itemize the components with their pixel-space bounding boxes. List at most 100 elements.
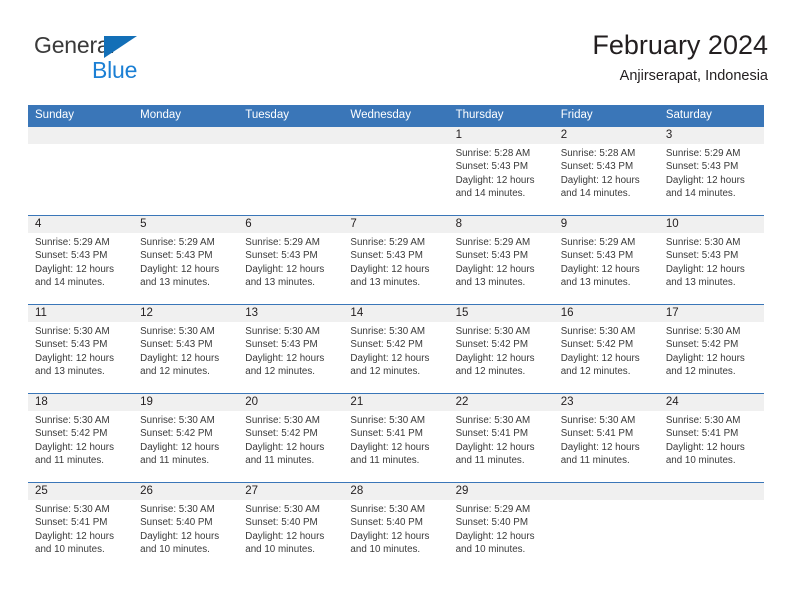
day-sun-details: Sunrise: 5:29 AM Sunset: 5:43 PM Daylight:… [666, 147, 760, 200]
sunset-text: Sunset: 5:43 PM [140, 250, 213, 262]
calendar-weeks: 1 Sunrise: 5:28 AM Sunset: 5:43 PM Daylight… [28, 126, 764, 571]
daylight-text: Daylight: 12 hours and 13 minutes. [350, 263, 430, 288]
day-number: 27 [245, 485, 259, 497]
calendar-day-cell[interactable]: 7 Sunrise: 5:29 AM Sunset: 5:43 PM Daylight… [343, 216, 448, 304]
sunset-text: Sunset: 5:41 PM [35, 517, 108, 529]
sunset-text: Sunset: 5:43 PM [455, 161, 528, 173]
daylight-text: Daylight: 12 hours and 10 minutes. [665, 441, 745, 466]
day-sun-details: Sunrise: 5:30 AM Sunset: 5:43 PM Daylight:… [666, 236, 760, 289]
weekday-header-tuesday: Tuesday [245, 109, 289, 121]
calendar-day-cell[interactable]: 5 Sunrise: 5:29 AM Sunset: 5:43 PM Daylight… [133, 216, 238, 304]
calendar-day-cell[interactable]: 11 Sunrise: 5:30 AM Sunset: 5:43 PM Dayligh… [28, 305, 133, 393]
calendar-day-cell[interactable]: 14 Sunrise: 5:30 AM Sunset: 5:42 PM Dayligh… [343, 305, 448, 393]
day-sun-details: Sunrise: 5:29 AM Sunset: 5:43 PM Daylight:… [456, 236, 550, 289]
sunset-text: Sunset: 5:42 PM [350, 339, 423, 351]
calendar-week-cells: 1 Sunrise: 5:28 AM Sunset: 5:43 PM Daylight… [28, 127, 764, 215]
calendar-day-cell[interactable]: 9 Sunrise: 5:29 AM Sunset: 5:43 PM Daylight… [554, 216, 659, 304]
calendar-day-cell[interactable]: 1 Sunrise: 5:28 AM Sunset: 5:43 PM Daylight… [449, 127, 554, 215]
calendar-page: General Blue February 2024 Anjirserapat,… [0, 0, 792, 612]
daylight-text: Daylight: 12 hours and 14 minutes. [665, 174, 745, 199]
calendar-day-cell[interactable]: 24 Sunrise: 5:30 AM Sunset: 5:41 PM Dayligh… [659, 394, 764, 482]
daylight-text: Daylight: 12 hours and 11 minutes. [350, 441, 430, 466]
day-sun-details: Sunrise: 5:30 AM Sunset: 5:42 PM Daylight:… [456, 325, 550, 378]
sunrise-text: Sunrise: 5:29 AM [35, 237, 110, 248]
calendar-day-cell[interactable]: 21 Sunrise: 5:30 AM Sunset: 5:41 PM Dayligh… [343, 394, 448, 482]
calendar-day-cell[interactable]: 8 Sunrise: 5:29 AM Sunset: 5:43 PM Daylight… [449, 216, 554, 304]
weekday-header-row: Sunday Monday Tuesday Wednesday Thursday… [28, 105, 764, 126]
daylight-text: Daylight: 12 hours and 13 minutes. [455, 263, 535, 288]
day-number: 9 [560, 218, 568, 230]
calendar-day-cell[interactable]: 28 Sunrise: 5:30 AM Sunset: 5:40 PM Dayligh… [343, 483, 448, 571]
calendar-day-cell[interactable]: 4 Sunrise: 5:29 AM Sunset: 5:43 PM Daylight… [28, 216, 133, 304]
calendar-week-cells: 18 Sunrise: 5:30 AM Sunset: 5:42 PM Dayligh… [28, 394, 764, 482]
daylight-text: Daylight: 12 hours and 10 minutes. [245, 530, 325, 555]
triangle-icon [104, 36, 137, 58]
day-sun-details: Sunrise: 5:30 AM Sunset: 5:41 PM Daylight:… [350, 414, 444, 467]
sunset-text: Sunset: 5:40 PM [455, 517, 528, 529]
day-sun-details: Sunrise: 5:29 AM Sunset: 5:43 PM Daylight:… [245, 236, 339, 289]
calendar-day-cell[interactable]: 16 Sunrise: 5:30 AM Sunset: 5:42 PM Dayligh… [554, 305, 659, 393]
day-sun-details: Sunrise: 5:30 AM Sunset: 5:40 PM Daylight:… [140, 503, 234, 556]
day-sun-details: Sunrise: 5:29 AM Sunset: 5:43 PM Daylight:… [140, 236, 234, 289]
day-number: 16 [560, 307, 574, 319]
calendar-day-cell[interactable]: 26 Sunrise: 5:30 AM Sunset: 5:40 PM Dayligh… [133, 483, 238, 571]
general-blue-logo[interactable]: General Blue [34, 32, 234, 92]
day-sun-details: Sunrise: 5:29 AM Sunset: 5:43 PM Daylight:… [561, 236, 655, 289]
day-number: 4 [35, 218, 42, 230]
daylight-text: Daylight: 12 hours and 10 minutes. [350, 530, 430, 555]
sunrise-text: Sunrise: 5:30 AM [665, 415, 741, 426]
calendar-day-cell[interactable]: 17 Sunrise: 5:30 AM Sunset: 5:42 PM Dayligh… [659, 305, 764, 393]
calendar-day-cell[interactable]: 29 Sunrise: 5:29 AM Sunset: 5:40 PM Dayligh… [449, 483, 554, 571]
day-number: 1 [455, 129, 462, 141]
calendar-week-row: 11 Sunrise: 5:30 AM Sunset: 5:43 PM Dayligh… [28, 304, 764, 393]
calendar-day-cell[interactable]: 22 Sunrise: 5:30 AM Sunset: 5:41 PM Dayligh… [449, 394, 554, 482]
day-sun-details: Sunrise: 5:28 AM Sunset: 5:43 PM Daylight:… [561, 147, 655, 200]
sunrise-text: Sunrise: 5:30 AM [245, 415, 320, 426]
weekday-header-thursday: Thursday [455, 109, 504, 121]
calendar-day-cell[interactable]: 19 Sunrise: 5:30 AM Sunset: 5:42 PM Dayligh… [133, 394, 238, 482]
calendar-day-cell[interactable]: 12 Sunrise: 5:30 AM Sunset: 5:43 PM Dayligh… [133, 305, 238, 393]
day-sun-details: Sunrise: 5:29 AM Sunset: 5:43 PM Daylight:… [350, 236, 444, 289]
calendar-day-cell[interactable]: 13 Sunrise: 5:30 AM Sunset: 5:43 PM Dayligh… [238, 305, 343, 393]
calendar-day-cell[interactable]: 25 Sunrise: 5:30 AM Sunset: 5:41 PM Dayligh… [28, 483, 133, 571]
sunrise-text: Sunrise: 5:30 AM [350, 504, 426, 515]
calendar-day-cell[interactable]: 20 Sunrise: 5:30 AM Sunset: 5:42 PM Dayligh… [238, 394, 343, 482]
day-number: 19 [140, 396, 153, 408]
calendar-day-cell[interactable]: 3 Sunrise: 5:29 AM Sunset: 5:43 PM Daylight… [659, 127, 764, 215]
calendar-day-cell[interactable]: 6 Sunrise: 5:29 AM Sunset: 5:43 PM Daylight… [238, 216, 343, 304]
sunset-text: Sunset: 5:42 PM [560, 339, 634, 351]
weekday-header-sunday: Sunday [35, 109, 75, 121]
sunrise-text: Sunrise: 5:30 AM [35, 415, 110, 426]
day-sun-details: Sunrise: 5:30 AM Sunset: 5:42 PM Daylight:… [245, 414, 339, 467]
day-number: 14 [350, 307, 364, 319]
daylight-text: Daylight: 12 hours and 11 minutes. [560, 441, 640, 466]
calendar-day-cell[interactable]: 15 Sunrise: 5:30 AM Sunset: 5:42 PM Dayligh… [449, 305, 554, 393]
calendar-day-cell-empty [133, 127, 238, 215]
sunrise-text: Sunrise: 5:29 AM [665, 148, 741, 159]
sunset-text: Sunset: 5:41 PM [350, 428, 423, 440]
calendar-grid: Sunday Monday Tuesday Wednesday Thursday… [28, 105, 764, 571]
daylight-text: Daylight: 12 hours and 13 minutes. [665, 263, 745, 288]
sunset-text: Sunset: 5:41 PM [560, 428, 634, 440]
calendar-day-cell[interactable]: 27 Sunrise: 5:30 AM Sunset: 5:40 PM Dayligh… [238, 483, 343, 571]
day-number: 26 [140, 485, 153, 497]
sunset-text: Sunset: 5:41 PM [455, 428, 528, 440]
calendar-day-cell[interactable]: 10 Sunrise: 5:30 AM Sunset: 5:43 PM Dayligh… [659, 216, 764, 304]
calendar-day-cell[interactable]: 23 Sunrise: 5:30 AM Sunset: 5:41 PM Dayligh… [554, 394, 659, 482]
sunrise-text: Sunrise: 5:28 AM [560, 148, 636, 159]
sunrise-text: Sunrise: 5:29 AM [350, 237, 426, 248]
sunset-text: Sunset: 5:43 PM [140, 339, 213, 351]
calendar-day-cell[interactable]: 18 Sunrise: 5:30 AM Sunset: 5:42 PM Dayligh… [28, 394, 133, 482]
day-sun-details: Sunrise: 5:30 AM Sunset: 5:43 PM Daylight:… [140, 325, 234, 378]
sunrise-text: Sunrise: 5:30 AM [665, 237, 741, 248]
daylight-text: Daylight: 12 hours and 12 minutes. [350, 352, 430, 377]
sunrise-text: Sunrise: 5:30 AM [560, 415, 636, 426]
daylight-text: Daylight: 12 hours and 14 minutes. [35, 263, 114, 288]
calendar-day-cell[interactable]: 2 Sunrise: 5:28 AM Sunset: 5:43 PM Daylight… [554, 127, 659, 215]
day-number: 22 [455, 396, 469, 408]
logo-text-blue: Blue [92, 57, 138, 83]
sunset-text: Sunset: 5:43 PM [665, 161, 739, 173]
day-number: 25 [35, 485, 48, 497]
daylight-text: Daylight: 12 hours and 10 minutes. [35, 530, 114, 555]
day-number: 20 [245, 396, 259, 408]
